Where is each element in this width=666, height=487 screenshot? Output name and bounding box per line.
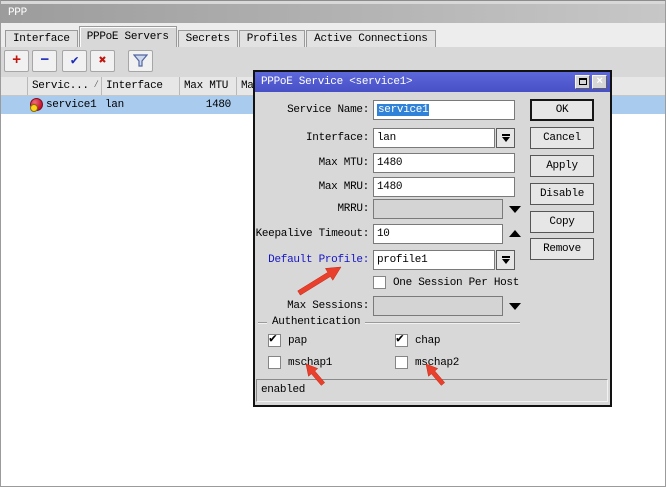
default-profile-label: Default Profile: [255,250,369,270]
authentication-legend-text: Authentication [272,316,360,328]
column-service-label: Servic... [32,80,89,92]
mrru-label: MRRU: [255,199,369,219]
default-profile-input[interactable]: profile1 [373,250,495,270]
keepalive-timeout-label: Keepalive Timeout: [255,224,369,244]
interface-label: Interface: [255,128,369,148]
one-session-per-host-checkbox[interactable] [373,276,386,289]
disable-button[interactable]: ✖ [90,50,115,72]
dropdown-icon [497,134,514,142]
interface-input[interactable]: lan [373,128,495,148]
apply-button[interactable]: Apply [530,155,594,177]
service-name-input[interactable]: service1 [373,100,515,120]
row-service-name: service1 [46,96,96,114]
pap-checkbox[interactable]: ✔ [268,334,281,347]
close-button[interactable]: × [592,75,607,89]
service-name-label: Service Name: [255,100,369,120]
funnel-icon [133,54,148,68]
interface-dropdown-button[interactable] [496,128,515,148]
chap-checkbox[interactable]: ✔ [395,334,408,347]
mschap2-checkbox[interactable] [395,356,408,369]
checkbox-mark: ✔ [269,331,277,346]
authentication-group-legend: Authentication [258,316,520,328]
keepalive-collapse-icon[interactable] [509,230,521,237]
check-icon: ✔ [63,51,86,71]
cross-icon: ✖ [91,51,114,71]
add-button[interactable]: + [4,50,29,72]
mschap1-checkbox[interactable] [268,356,281,369]
max-sessions-label: Max Sessions: [255,296,369,316]
tab-pppoe-servers[interactable]: PPPoE Servers [79,26,177,47]
max-mru-label: Max MRU: [255,177,369,197]
maximize-icon [579,78,587,85]
checkbox-mark: ✔ [396,331,404,346]
tab-active-connections[interactable]: Active Connections [306,30,435,47]
keepalive-timeout-input[interactable]: 10 [373,224,503,244]
remove-button[interactable]: Remove [530,238,594,260]
tab-bar: Interface PPPoE Servers Secrets Profiles… [1,23,665,47]
one-session-per-host-label: One Session Per Host [393,276,519,290]
chap-label: chap [415,334,440,348]
tab-profiles[interactable]: Profiles [239,30,305,47]
ppp-window: { "window": { "title": "PPP", "tabs": [ … [0,0,666,487]
dialog-title: PPPoE Service <service1> [261,76,412,88]
maximize-button[interactable] [575,75,590,89]
remove-button[interactable]: − [32,50,57,72]
pap-label: pap [288,334,307,348]
mschap1-label: mschap1 [288,356,332,370]
ok-button[interactable]: OK [530,99,594,121]
enable-button[interactable]: ✔ [62,50,87,72]
plus-icon: + [5,51,28,71]
minus-icon: − [33,51,56,71]
max-mtu-input[interactable]: 1480 [373,153,515,173]
max-sessions-expand-icon[interactable] [509,303,521,310]
pppoe-service-dialog: PPPoE Service <service1> × Service Name:… [253,70,612,407]
legend-line [258,322,267,323]
max-sessions-input [373,296,503,316]
filter-button[interactable] [128,50,153,72]
tab-secrets[interactable]: Secrets [178,30,238,47]
column-max-mtu[interactable]: Max MTU [180,77,237,95]
column-service[interactable]: Servic... ∕ [28,77,102,95]
column-flags[interactable] [1,77,28,95]
cancel-button[interactable]: Cancel [530,127,594,149]
window-title: PPP [8,7,27,19]
column-interface[interactable]: Interface [102,77,180,95]
copy-button[interactable]: Copy [530,211,594,233]
window-titlebar[interactable]: PPP [1,4,665,23]
mrru-input [373,199,503,219]
row-interface: lan [105,96,124,114]
mschap2-label: mschap2 [415,356,459,370]
max-mru-input[interactable]: 1480 [373,177,515,197]
mrru-expand-icon[interactable] [509,206,521,213]
disable-button[interactable]: Disable [530,183,594,205]
dialog-status-bar: enabled [256,379,608,402]
max-mtu-label: Max MTU: [255,153,369,173]
dialog-titlebar[interactable]: PPPoE Service <service1> × [255,72,610,92]
dropdown-icon [497,256,514,264]
default-profile-dropdown-button[interactable] [496,250,515,270]
tab-interface[interactable]: Interface [5,30,78,47]
row-max-mtu: 1480 [180,96,231,114]
pppoe-service-icon [30,98,43,111]
legend-line [365,322,520,323]
service-name-value: service1 [377,104,429,116]
sort-indicator-icon: ∕ [93,77,99,95]
status-text: enabled [261,384,305,396]
